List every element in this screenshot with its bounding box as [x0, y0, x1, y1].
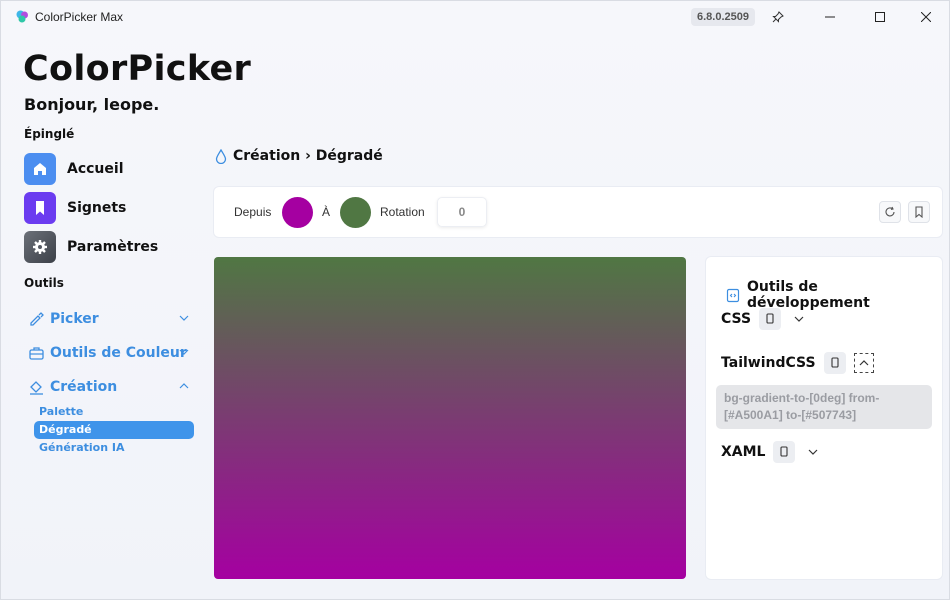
refresh-button[interactable]: [879, 201, 901, 223]
breadcrumb-text: Création › Dégradé: [233, 148, 383, 164]
close-icon: [921, 12, 931, 22]
copy-icon: [831, 357, 839, 368]
bookmark-icon: [915, 206, 923, 218]
tailwind-code-output[interactable]: bg-gradient-to-[0deg] from-[#A500A1] to-…: [716, 385, 932, 429]
minimize-icon: [825, 16, 835, 18]
tailwind-row: TailwindCSS: [721, 352, 874, 374]
rotation-label: Rotation: [380, 205, 425, 219]
css-row: CSS: [721, 308, 809, 330]
from-label: Depuis: [234, 205, 272, 219]
close-button[interactable]: [903, 1, 949, 33]
sidebar-item-label: Picker: [50, 311, 99, 327]
xaml-row: XAML: [721, 441, 823, 463]
pinned-section-label: Épinglé: [24, 127, 75, 141]
to-label: À: [322, 205, 331, 219]
code-file-icon: [726, 288, 741, 303]
sidebar-item-label: Signets: [67, 200, 127, 216]
dev-tools-title-text: Outils de développement: [747, 279, 870, 311]
sidebar-subitem-generation-ia[interactable]: Génération IA: [34, 439, 194, 457]
sidebar-item-creation[interactable]: Création: [24, 373, 194, 401]
css-label: CSS: [721, 311, 752, 327]
dev-tools-title: Outils de développement: [726, 279, 942, 311]
eyedropper-icon: [29, 311, 47, 327]
sidebar-item-label: Outils de Couleur: [50, 345, 187, 361]
breadcrumb: Création › Dégradé: [215, 148, 383, 164]
pin-icon: [772, 11, 784, 23]
tailwind-label: TailwindCSS: [721, 355, 816, 371]
title-bar: ColorPicker Max 6.8.0.2509: [1, 1, 949, 33]
greeting-text: Bonjour, leope.: [24, 95, 160, 114]
tools-section-label: Outils: [24, 276, 64, 290]
sidebar-item-label: Paramètres: [67, 239, 159, 255]
rotation-input[interactable]: 0: [437, 197, 487, 227]
chevron-down-icon: [179, 315, 189, 321]
toolbox-icon: [29, 346, 47, 360]
xaml-label: XAML: [721, 444, 766, 460]
copy-icon: [780, 446, 789, 457]
css-copy-button[interactable]: [759, 308, 782, 330]
app-heading: ColorPicker: [23, 49, 252, 89]
sidebar-subitem-palette[interactable]: Palette: [34, 403, 194, 421]
sidebar-item-picker[interactable]: Picker: [24, 305, 194, 333]
chevron-down-icon: [809, 449, 818, 455]
refresh-icon: [885, 206, 895, 217]
tailwind-collapse-button[interactable]: [853, 353, 874, 373]
css-expand-button[interactable]: [789, 309, 809, 329]
gradient-preview: [214, 257, 686, 579]
maximize-button[interactable]: [857, 1, 903, 33]
sidebar-item-outils-couleur[interactable]: Outils de Couleur: [24, 339, 194, 367]
version-badge: 6.8.0.2509: [691, 8, 755, 26]
minimize-button[interactable]: [807, 1, 853, 33]
window-title: ColorPicker Max: [35, 10, 124, 24]
sidebar-item-label: Accueil: [67, 161, 124, 177]
pin-window-button[interactable]: [767, 7, 789, 27]
sidebar-item-signets[interactable]: Signets: [24, 191, 126, 225]
app-logo-icon: [16, 10, 28, 23]
water-drop-icon: [215, 148, 227, 164]
sidebar-item-accueil[interactable]: Accueil: [24, 152, 124, 186]
gradient-toolbar: Depuis À Rotation 0: [214, 187, 942, 237]
sidebar-item-parametres[interactable]: Paramètres: [24, 230, 158, 264]
home-icon: [24, 153, 56, 185]
xaml-copy-button[interactable]: [773, 441, 796, 463]
from-color-swatch[interactable]: [282, 197, 313, 228]
chevron-up-icon: [859, 360, 869, 366]
app-window: ColorPicker Max 6.8.0.2509 ColorPicker B…: [0, 0, 950, 600]
chevron-up-icon: [179, 383, 189, 389]
paint-bucket-icon: [29, 380, 47, 395]
chevron-down-icon: [794, 316, 804, 322]
tailwind-copy-button[interactable]: [823, 352, 846, 374]
sidebar-subitem-degrade[interactable]: Dégradé: [34, 421, 194, 439]
xaml-expand-button[interactable]: [803, 442, 823, 462]
bookmark-icon: [24, 192, 56, 224]
sidebar-item-label: Création: [50, 379, 118, 395]
maximize-icon: [875, 12, 885, 22]
to-color-swatch[interactable]: [340, 197, 371, 228]
bookmark-button[interactable]: [908, 201, 930, 223]
gear-icon: [24, 231, 56, 263]
copy-icon: [766, 313, 774, 324]
dev-tools-panel: Outils de développement CSS TailwindCSS …: [706, 257, 942, 579]
chevron-down-icon: [179, 349, 189, 355]
